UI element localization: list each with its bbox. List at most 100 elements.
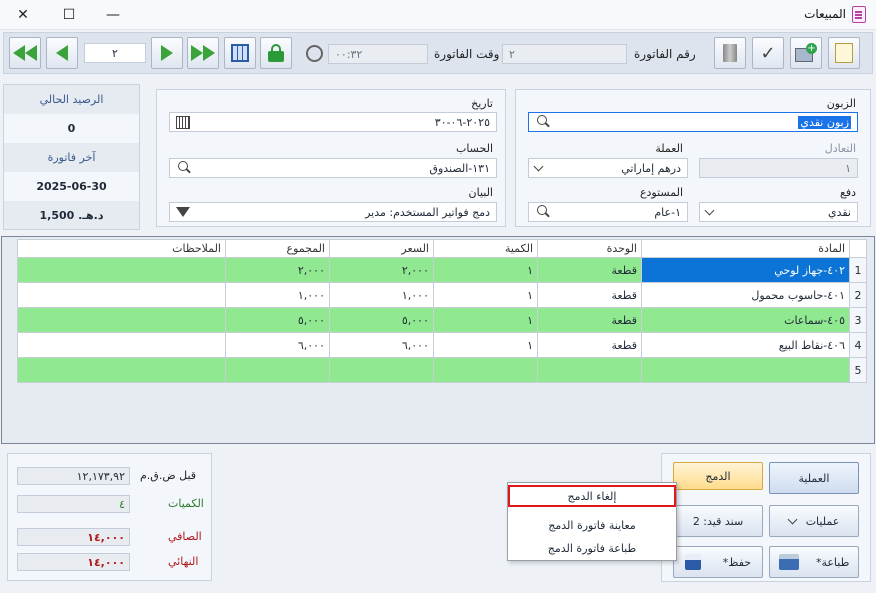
table-row[interactable]: 4 ٤٠٦-نقاط البيع قطعة ١ ٦,٠٠٠ ٦,٠٠٠ [17, 332, 867, 358]
total-cell[interactable]: ٦,٠٠٠ [225, 332, 330, 358]
maximize-button[interactable]: ☐ [52, 4, 86, 26]
save-button[interactable]: حفظ* [673, 546, 763, 578]
quantity-cell[interactable]: ١ [433, 282, 538, 308]
print-button[interactable]: طباعة* [769, 546, 859, 578]
payment-label: دفع [839, 186, 856, 199]
quantity-cell[interactable]: ١ [433, 257, 538, 283]
row-number[interactable]: 2 [849, 282, 867, 308]
new-document-button[interactable] [828, 37, 860, 69]
dropdown-arrow-icon[interactable] [176, 207, 190, 217]
operations-button[interactable]: عمليات [769, 505, 859, 537]
item-cell[interactable]: ٤٠٢-جهاز لوحي [641, 257, 850, 283]
document-icon [852, 6, 866, 23]
customer-field[interactable]: زبون نقدي [528, 112, 858, 132]
preview-merge-menu-item[interactable]: معاينة فاتورة الدمج [508, 514, 676, 536]
date-field[interactable]: ٢٠٢٥-٠٦-٣٠ [169, 112, 497, 132]
unit-cell[interactable]: قطعة [537, 282, 642, 308]
column-header-item[interactable]: المادة [641, 239, 850, 258]
account-label: الحساب [455, 142, 493, 155]
item-cell[interactable] [641, 357, 850, 383]
price-cell[interactable] [329, 357, 434, 383]
minimize-button[interactable]: — [96, 4, 130, 26]
unit-cell[interactable] [537, 357, 642, 383]
currency-value: درهم إماراتي [621, 161, 681, 175]
notes-cell[interactable] [17, 357, 226, 383]
next-record-button[interactable] [151, 37, 183, 69]
quantity-cell[interactable] [433, 357, 538, 383]
price-cell[interactable]: ١,٠٠٠ [329, 282, 434, 308]
close-button[interactable]: ✕ [6, 4, 40, 26]
price-cell[interactable]: ٦,٠٠٠ [329, 332, 434, 358]
warehouse-field[interactable]: ١-عام [528, 202, 688, 222]
quantities-value: ٤ [17, 495, 130, 513]
price-cell[interactable]: ٥,٠٠٠ [329, 307, 434, 333]
print-merge-menu-item[interactable]: طباعة فاتورة الدمج [508, 537, 676, 559]
item-cell[interactable]: ٤٠٦-نقاط البيع [641, 332, 850, 358]
voucher-button[interactable]: سند قيد: 2 [673, 505, 763, 537]
column-header-price[interactable]: السعر [329, 239, 434, 258]
merge-button[interactable]: الدمج [673, 462, 763, 490]
notes-cell[interactable] [17, 307, 226, 333]
row-number[interactable]: 5 [849, 357, 867, 383]
notes-cell[interactable] [17, 282, 226, 308]
trash-icon [723, 44, 737, 62]
column-header-notes[interactable]: الملاحظات [17, 239, 226, 258]
net-value: ١٤,٠٠٠ [17, 528, 130, 546]
payment-select[interactable]: نقدي [699, 202, 858, 222]
table-row[interactable]: 2 ٤٠١-حاسوب محمول قطعة ١ ١,٠٠٠ ١,٠٠٠ [17, 282, 867, 308]
balance-label: الرصيد الحالي [39, 93, 104, 106]
table-row[interactable]: 1 ٤٠٢-جهاز لوحي قطعة ١ ٢,٠٠٠ ٢,٠٠٠ [17, 257, 867, 283]
row-number[interactable]: 3 [849, 307, 867, 333]
unit-cell[interactable]: قطعة [537, 307, 642, 333]
quantity-cell[interactable]: ١ [433, 307, 538, 333]
currency-select[interactable]: درهم إماراتي [528, 158, 688, 178]
total-cell[interactable] [225, 357, 330, 383]
item-cell[interactable]: ٤٠١-حاسوب محمول [641, 282, 850, 308]
item-cell[interactable]: ٤٠٥-سماعات [641, 307, 850, 333]
notes-cell[interactable] [17, 257, 226, 283]
customer-value: زبون نقدي [798, 115, 851, 129]
column-header-quantity[interactable]: الكمية [433, 239, 538, 258]
before-tax-label: قبل ض.ق.م [140, 469, 197, 482]
table-row[interactable]: 3 ٤٠٥-سماعات قطعة ١ ٥,٠٠٠ ٥,٠٠٠ [17, 307, 867, 333]
delete-button[interactable] [714, 37, 746, 69]
rate-field: ١ [699, 158, 858, 178]
page-input[interactable]: ٢ [84, 43, 146, 63]
statement-value: دمج فواتير المستخدم: مدير [365, 205, 490, 219]
first-record-button[interactable] [9, 37, 41, 69]
row-number[interactable]: 1 [849, 257, 867, 283]
quantities-label: الكميات [168, 497, 204, 510]
net-label: الصافي [168, 530, 202, 543]
search-icon[interactable] [176, 160, 192, 176]
column-header-unit[interactable]: الوحدة [537, 239, 642, 258]
approve-button[interactable]: ✓ [752, 37, 784, 69]
search-icon[interactable] [535, 204, 551, 220]
chevron-down-icon [704, 205, 715, 216]
search-icon[interactable] [535, 114, 551, 130]
last-record-button[interactable] [187, 37, 219, 69]
cancel-merge-menu-item[interactable]: إلغاء الدمج [508, 485, 676, 507]
total-cell[interactable]: ٢,٠٠٠ [225, 257, 330, 283]
final-label: النهائي [168, 555, 199, 568]
warehouse-value: ١-عام [654, 205, 681, 219]
chevron-down-icon [787, 514, 798, 525]
account-field[interactable]: ١٣١-الصندوق [169, 158, 497, 178]
notes-cell[interactable] [17, 332, 226, 358]
statement-label: البيان [468, 186, 493, 199]
grid-icon [231, 44, 249, 62]
statement-field[interactable]: دمج فواتير المستخدم: مدير [169, 202, 497, 222]
previous-record-button[interactable] [46, 37, 78, 69]
column-header-total[interactable]: المجموع [225, 239, 330, 258]
add-button[interactable]: + [790, 37, 822, 69]
lock-button[interactable] [260, 37, 292, 69]
operation-button[interactable]: العملية [769, 462, 859, 494]
table-row[interactable]: 5 [17, 357, 867, 383]
grid-view-button[interactable] [224, 37, 256, 69]
quantity-cell[interactable]: ١ [433, 332, 538, 358]
total-cell[interactable]: ١,٠٠٠ [225, 282, 330, 308]
unit-cell[interactable]: قطعة [537, 332, 642, 358]
price-cell[interactable]: ٢,٠٠٠ [329, 257, 434, 283]
row-number[interactable]: 4 [849, 332, 867, 358]
unit-cell[interactable]: قطعة [537, 257, 642, 283]
total-cell[interactable]: ٥,٠٠٠ [225, 307, 330, 333]
